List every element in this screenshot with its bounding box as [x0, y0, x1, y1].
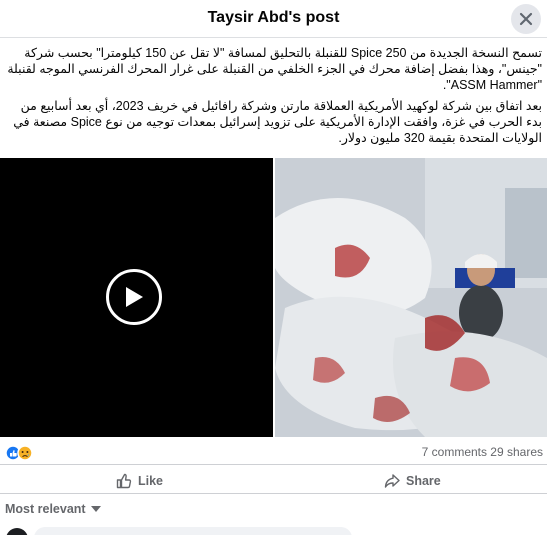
shares-count[interactable]: 29 shares: [490, 445, 543, 459]
comment-input[interactable]: [34, 527, 352, 535]
post-photo[interactable]: [275, 158, 547, 437]
video-player[interactable]: [0, 158, 273, 437]
comment-sort-label: Most relevant: [5, 502, 86, 516]
like-button[interactable]: Like: [116, 470, 163, 492]
close-button[interactable]: [511, 4, 541, 34]
comment-composer: [0, 525, 547, 535]
play-icon: [126, 287, 143, 307]
post-paragraph: تسمح النسخة الجديدة من Spice 250 للقنبلة…: [7, 46, 542, 92]
post-dialog-header: Taysir Abd's post: [0, 0, 547, 38]
photo-image: [275, 158, 547, 437]
close-icon: [519, 12, 533, 26]
share-arrow-icon: [384, 474, 400, 488]
share-button[interactable]: Share: [384, 470, 441, 492]
comment-sort-dropdown[interactable]: Most relevant: [5, 502, 101, 516]
avatar: [6, 528, 28, 535]
post-paragraph: بعد اتفاق بين شركة لوكهيد الأمريكية العم…: [13, 99, 542, 145]
post-action-bar: Like Share: [0, 468, 547, 494]
sad-reaction-icon: [17, 445, 33, 461]
reaction-summary[interactable]: [5, 444, 35, 462]
dialog-title: Taysir Abd's post: [207, 9, 340, 26]
like-button-label: Like: [138, 474, 164, 488]
post-stats-bar: 7 comments 29 shares: [0, 441, 547, 465]
play-button[interactable]: [106, 269, 162, 325]
post-body: تسمح النسخة الجديدة من Spice 250 للقنبلة…: [6, 45, 542, 151]
thumbs-up-icon: [116, 473, 132, 489]
comments-count[interactable]: 7 comments: [422, 445, 487, 459]
share-button-label: Share: [406, 474, 441, 488]
caret-down-icon: [90, 506, 101, 512]
